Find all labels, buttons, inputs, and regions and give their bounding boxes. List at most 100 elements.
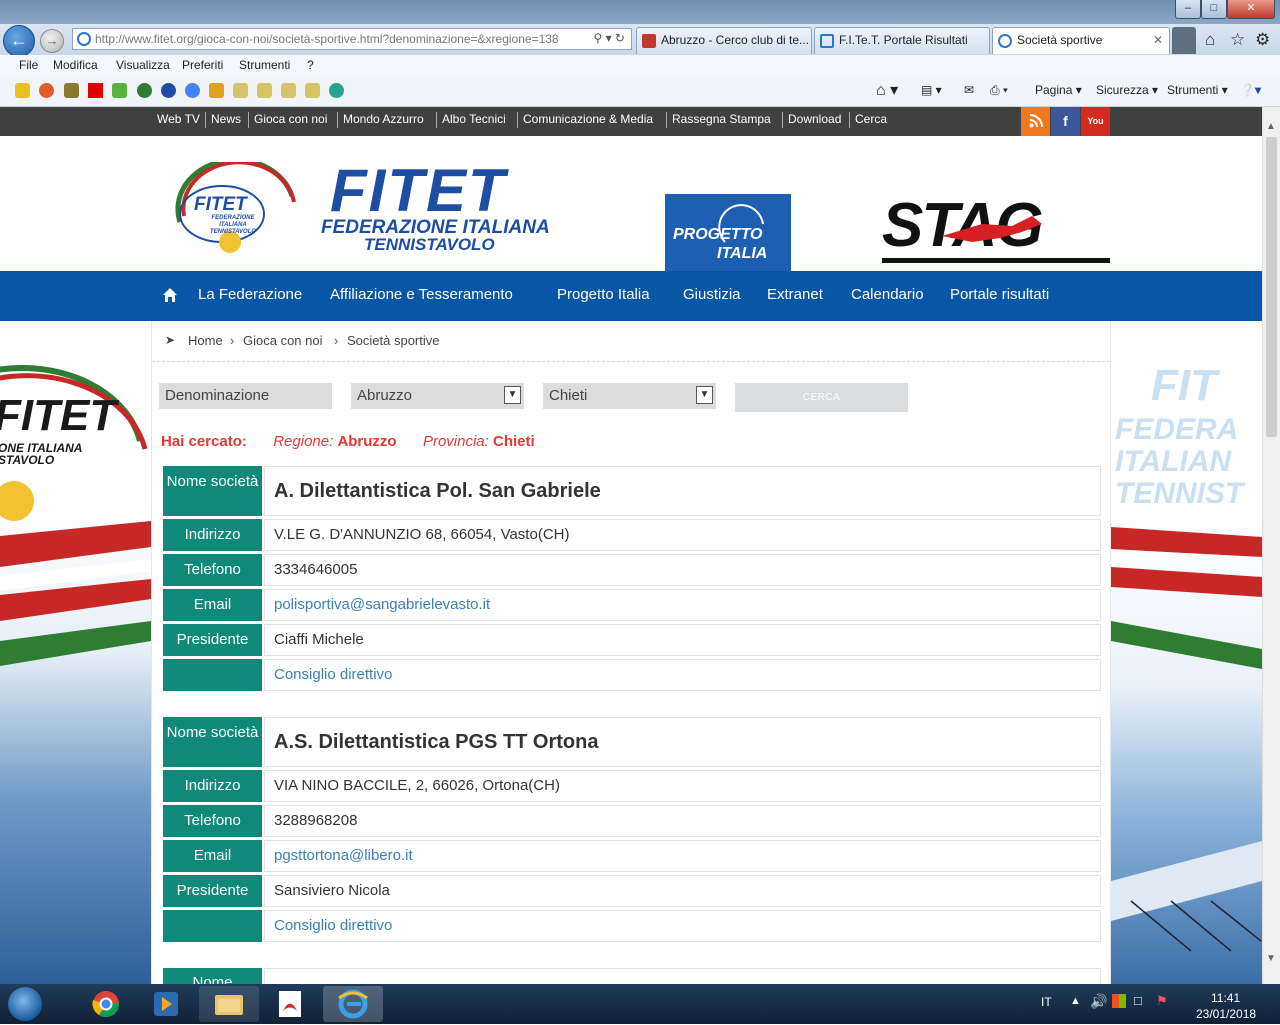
menu-visualizza[interactable]: Visualizza bbox=[116, 58, 170, 72]
url-text[interactable]: http://www.fitet.org/gioca-con-noi/socie… bbox=[95, 32, 565, 46]
bookmark-icon[interactable] bbox=[209, 83, 224, 98]
sicurezza-menu[interactable]: Sicurezza ▾ bbox=[1096, 83, 1158, 97]
pagina-menu[interactable]: Pagina ▾ bbox=[1035, 83, 1082, 97]
settings-gear-icon[interactable]: ⚙ bbox=[1255, 30, 1270, 50]
google-icon[interactable] bbox=[185, 83, 200, 98]
toplink-mondo-azzurro[interactable]: Mondo Azzurro bbox=[343, 112, 424, 126]
toplink-download[interactable]: Download bbox=[788, 112, 841, 126]
youtube-icon[interactable]: You bbox=[1081, 107, 1110, 136]
bookmark-icon[interactable] bbox=[257, 83, 272, 98]
menu-help[interactable]: ? bbox=[307, 58, 314, 72]
vertical-scrollbar[interactable]: ▲ ▼ bbox=[1262, 107, 1280, 984]
club-email-link[interactable]: polisportiva@sangabrielevasto.it bbox=[264, 589, 1101, 621]
chevron-down-icon[interactable]: ▼ bbox=[504, 386, 521, 404]
help-icon[interactable]: ❔▾ bbox=[1240, 83, 1261, 97]
bookmark-icon[interactable] bbox=[39, 83, 54, 98]
action-center-icon[interactable]: ⚑ bbox=[1156, 993, 1168, 1009]
menu-modifica[interactable]: Modifica bbox=[53, 58, 98, 72]
nav-affiliazione-tesseramento[interactable]: Affiliazione e Tesseramento bbox=[330, 286, 513, 303]
explorer-taskbar-button[interactable] bbox=[199, 986, 259, 1022]
clock-date[interactable]: 23/01/2018 bbox=[1196, 1007, 1256, 1021]
url-tools-icon[interactable]: ⚲ ▾ ↻ bbox=[593, 31, 625, 45]
rss-icon[interactable] bbox=[1021, 107, 1050, 136]
cerca-button[interactable]: CERCA bbox=[735, 383, 908, 412]
scroll-down-icon[interactable]: ▼ bbox=[1266, 953, 1276, 964]
bookmark-icon[interactable] bbox=[305, 83, 320, 98]
nav-portale-risultati[interactable]: Portale risultati bbox=[950, 286, 1049, 303]
volume-icon[interactable]: 🔊 bbox=[1090, 993, 1107, 1010]
maximize-button[interactable]: □ bbox=[1201, 0, 1227, 19]
close-window-button[interactable]: ✕ bbox=[1227, 0, 1275, 19]
bookmark-icon[interactable] bbox=[64, 83, 79, 98]
language-indicator[interactable]: IT bbox=[1041, 995, 1052, 1009]
chevron-down-icon[interactable]: ▼ bbox=[696, 386, 713, 404]
progetto-italia-banner[interactable]: PROGETTO ITALIA bbox=[665, 194, 791, 272]
address-bar[interactable]: http://www.fitet.org/gioca-con-noi/socie… bbox=[72, 28, 632, 50]
menu-file[interactable]: File bbox=[19, 58, 38, 72]
toplink-comunicazione-media[interactable]: Comunicazione & Media bbox=[523, 112, 653, 126]
toplink-cerca[interactable]: Cerca bbox=[855, 112, 887, 126]
regione-select[interactable]: Abruzzo ▼ bbox=[351, 383, 524, 409]
scroll-up-icon[interactable]: ▲ bbox=[1266, 121, 1276, 132]
close-tab-icon[interactable]: ✕ bbox=[1153, 28, 1163, 53]
bookmark-icon[interactable] bbox=[137, 83, 152, 98]
stag-sponsor-logo[interactable]: STAG bbox=[882, 191, 1110, 266]
fitet-wordmark[interactable]: FITET bbox=[330, 156, 507, 225]
nav-calendario[interactable]: Calendario bbox=[851, 286, 924, 303]
network-icon[interactable]: □ bbox=[1134, 993, 1142, 1008]
home-icon[interactable] bbox=[162, 287, 178, 303]
forward-button[interactable]: → bbox=[40, 29, 64, 53]
print-icon[interactable]: ⎙ ▾ bbox=[990, 83, 1008, 98]
bookmark-icon[interactable] bbox=[161, 83, 176, 98]
toplink-news[interactable]: News bbox=[211, 112, 241, 126]
office-icon[interactable] bbox=[1112, 994, 1126, 1008]
menu-preferiti[interactable]: Preferiti bbox=[182, 58, 223, 72]
consiglio-direttivo-link[interactable]: Consiglio direttivo bbox=[264, 910, 1101, 942]
bookmark-icon[interactable] bbox=[88, 83, 103, 98]
media-player-taskbar-button[interactable] bbox=[137, 986, 197, 1022]
club-consiglio-row: Consiglio direttivo bbox=[163, 910, 1101, 942]
home-page-icon[interactable]: ⌂ ▾ bbox=[876, 80, 898, 100]
nav-progetto-italia[interactable]: Progetto Italia bbox=[557, 286, 650, 303]
chrome-taskbar-button[interactable] bbox=[76, 986, 136, 1022]
new-tab-button[interactable] bbox=[1172, 27, 1196, 54]
favorites-star-icon[interactable] bbox=[15, 83, 30, 98]
tab-societa-sportive[interactable]: Società sportive ✕ bbox=[992, 27, 1170, 54]
toplink-gioca-con-noi[interactable]: Gioca con noi bbox=[254, 112, 327, 126]
toplink-rassegna-stampa[interactable]: Rassegna Stampa bbox=[672, 112, 771, 126]
show-hidden-icons-icon[interactable]: ▲ bbox=[1070, 995, 1081, 1007]
fitet-round-logo[interactable]: FITET FEDERAZIONE ITALIANA TENNISTAVOLO bbox=[174, 157, 296, 254]
club-email-link[interactable]: pgsttortona@libero.it bbox=[264, 840, 1101, 872]
right-bg-text3: ITALIAN bbox=[1115, 445, 1232, 478]
pdf-taskbar-button[interactable] bbox=[261, 986, 321, 1022]
toplink-albo-tecnici[interactable]: Albo Tecnici bbox=[442, 112, 506, 126]
provincia-select[interactable]: Chieti ▼ bbox=[543, 383, 716, 409]
bookmark-icon[interactable] bbox=[233, 83, 248, 98]
favorites-star-icon[interactable]: ☆ bbox=[1230, 30, 1245, 50]
start-button[interactable] bbox=[8, 987, 42, 1021]
strumenti-menu[interactable]: Strumenti ▾ bbox=[1167, 83, 1228, 97]
menu-strumenti[interactable]: Strumenti bbox=[239, 58, 290, 72]
home-browser-icon[interactable]: ⌂ bbox=[1205, 30, 1215, 50]
feeds-icon[interactable]: ▤ ▾ bbox=[921, 83, 942, 97]
facebook-icon[interactable]: f bbox=[1051, 107, 1080, 136]
toplink-web-tv[interactable]: Web TV bbox=[157, 112, 200, 126]
nav-la-federazione[interactable]: La Federazione bbox=[198, 286, 302, 303]
consiglio-direttivo-link[interactable]: Consiglio direttivo bbox=[264, 659, 1101, 691]
tab-portale-risultati[interactable]: F.I.Te.T. Portale Risultati bbox=[814, 27, 990, 54]
minimize-button[interactable]: – bbox=[1175, 0, 1201, 19]
nav-giustizia[interactable]: Giustizia bbox=[683, 286, 741, 303]
bookmark-icon[interactable] bbox=[329, 83, 344, 98]
tab-abruzzo-club[interactable]: Abruzzo - Cerco club di te... bbox=[636, 27, 812, 54]
nav-extranet[interactable]: Extranet bbox=[767, 286, 823, 303]
bookmark-icon[interactable] bbox=[112, 83, 127, 98]
scroll-thumb[interactable] bbox=[1266, 137, 1277, 437]
denominazione-input[interactable]: Denominazione bbox=[159, 383, 332, 409]
breadcrumb-home[interactable]: Home bbox=[188, 333, 223, 348]
bookmark-icon[interactable] bbox=[281, 83, 296, 98]
breadcrumb-gioca-con-noi[interactable]: Gioca con noi bbox=[243, 333, 323, 348]
back-button[interactable]: ← bbox=[3, 25, 35, 57]
clock-time[interactable]: 11:41 bbox=[1211, 991, 1240, 1005]
ie-taskbar-button[interactable] bbox=[323, 986, 383, 1022]
mail-icon[interactable]: ✉ bbox=[964, 83, 974, 97]
